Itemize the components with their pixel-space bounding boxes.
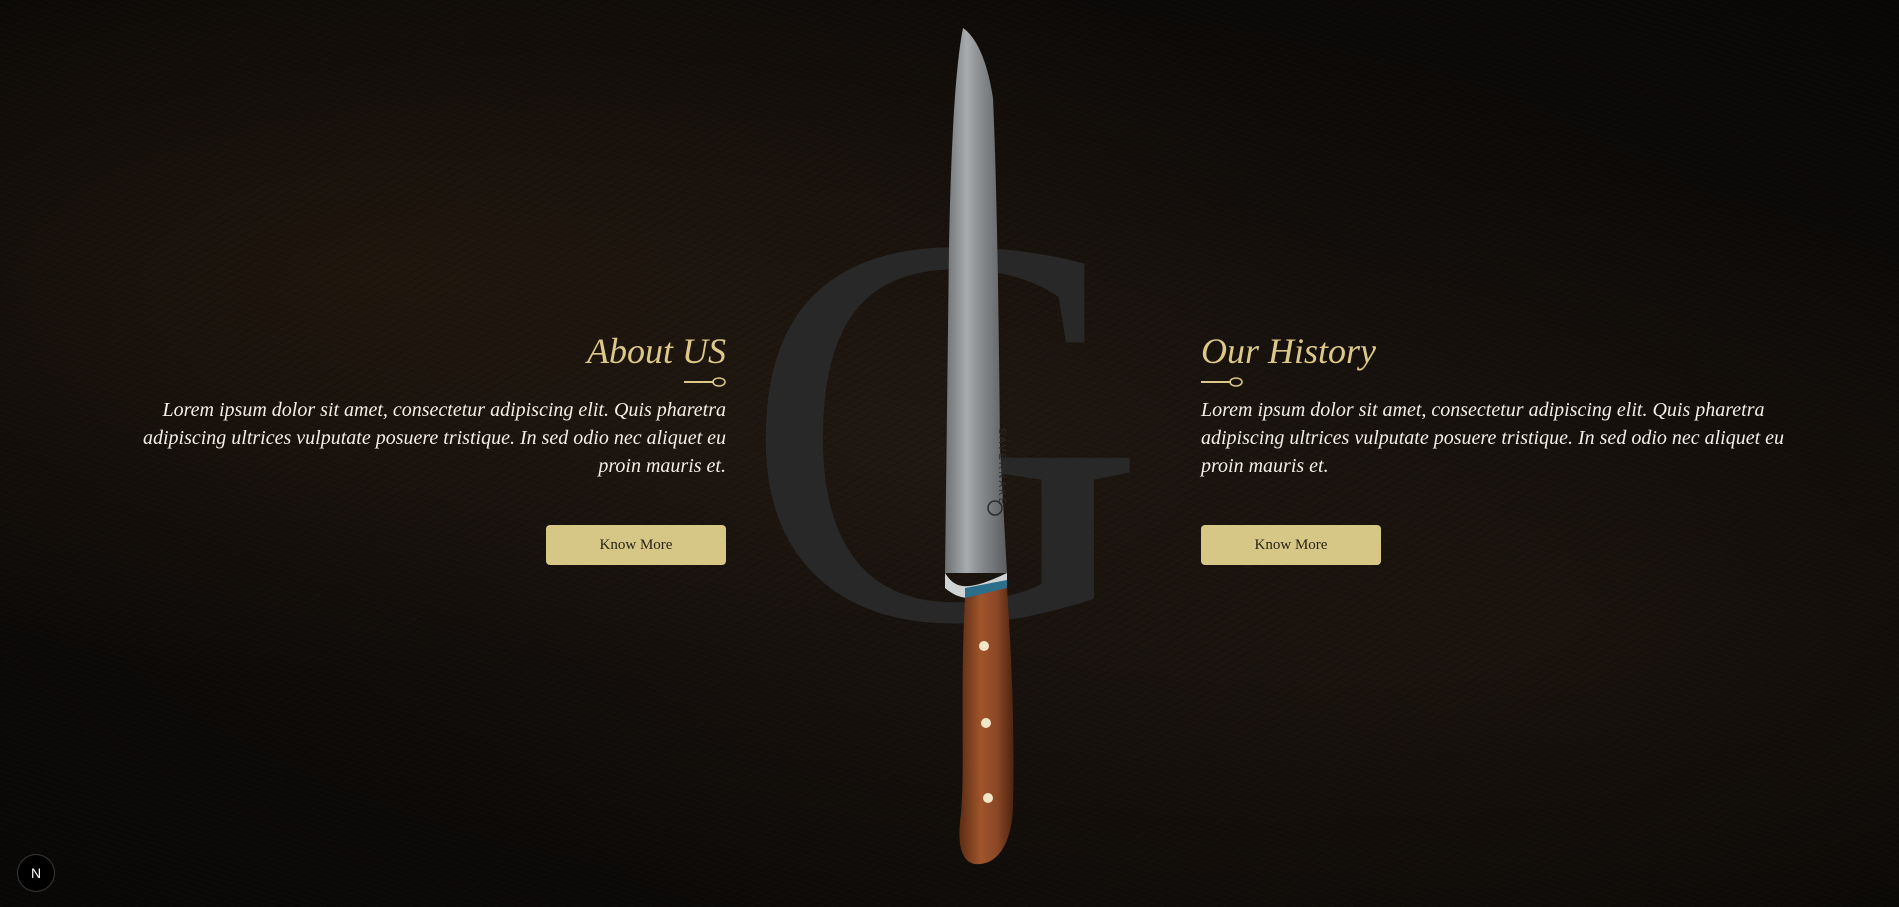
about-title: About US [587,331,726,371]
about-section: About US Lorem ipsum dolor sit amet, con… [126,328,726,480]
spoon-divider-icon [684,377,726,387]
badge-letter: N [30,865,42,881]
history-title: Our History [1201,331,1377,371]
about-text: Lorem ipsum dolor sit amet, consectetur … [142,399,726,477]
history-text: Lorem ipsum dolor sit amet, consectetur … [1201,399,1785,477]
nextjs-badge-icon[interactable]: N [18,855,54,891]
knife-brand-text: SAVERNAKE [996,428,1007,506]
history-know-more-button[interactable]: Know More [1201,525,1381,565]
knife-image: SAVERNAKE [945,28,1014,865]
history-section: Our History Lorem ipsum dolor sit amet, … [1201,328,1801,480]
spoon-divider-icon [1201,377,1243,387]
about-know-more-button[interactable]: Know More [546,525,726,565]
